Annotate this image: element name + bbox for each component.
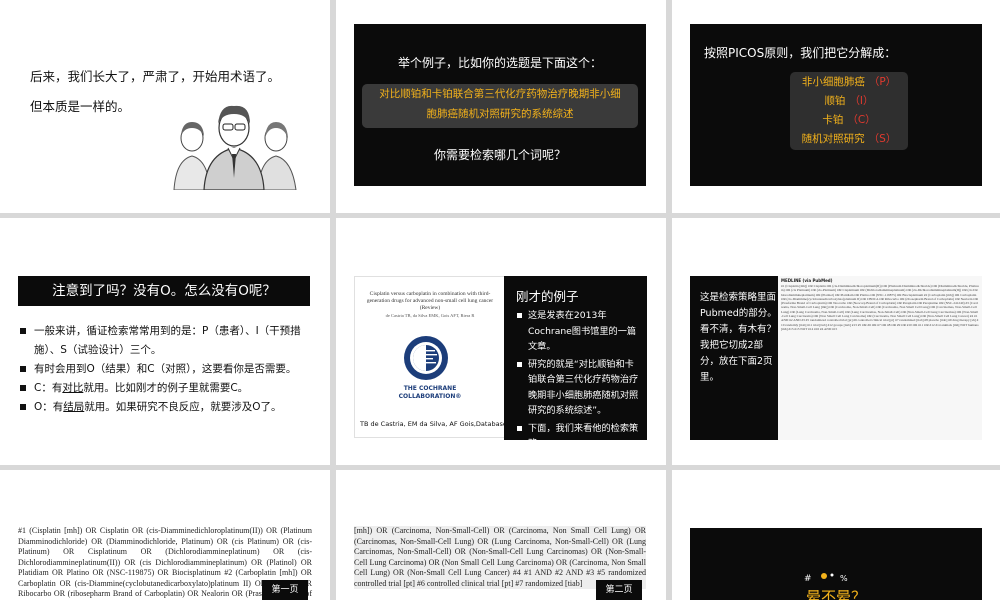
bullet-text: O：有 bbox=[34, 401, 64, 413]
bullet-item: C：有对比就用。比如刚才的例子里就需要C。 bbox=[20, 379, 314, 398]
cochrane-logo-icon bbox=[404, 336, 448, 380]
bullet-underlined-text: 结局 bbox=[63, 401, 85, 413]
slide-thumbnail-9[interactable]: # % 晕不晕？ bbox=[672, 470, 1000, 600]
bullet-item: 研究的就是“对比顺铂和卡铂联合第三代化疗药物治疗晚期非小细胞肺癌随机对照研究的系… bbox=[517, 357, 642, 419]
picos-term: 随机对照研究 bbox=[801, 133, 865, 145]
slide-thumbnail-5[interactable]: Cisplatin versus carboplatin in combinat… bbox=[336, 218, 666, 465]
slide-header-bar: 注意到了吗？没有O。怎么没有O呢？ bbox=[18, 276, 310, 306]
topic-line: 对比顺铂和卡铂联合第三代化疗药物治疗晚期非小细 bbox=[379, 88, 621, 100]
bullet-text: 就用。如果研究不良反应，就要涉及O了。 bbox=[84, 401, 282, 413]
bullet-text: C：有 bbox=[34, 382, 63, 394]
screenshot-body: #1 (Cisplatin [mh]) OR Cisplatin OR (cis… bbox=[781, 284, 979, 331]
slide-thumbnail-4[interactable]: 注意到了吗？没有O。怎么没有O呢？ 一般来讲，循证检索常常用到的是：P（患者）、… bbox=[0, 218, 330, 465]
bullet-item: 下面，我们来看他的检索策略。 bbox=[517, 421, 642, 452]
slide-thumbnail-6[interactable]: 这是检索策略里面Pubmed的部分。看不清，有木有？我把它切成2部分，放在下面2… bbox=[672, 218, 1000, 465]
slide-body-text: 这是检索策略里面Pubmed的部分。看不清，有木有？我把它切成2部分，放在下面2… bbox=[700, 292, 777, 383]
paper-authors: de Castria TB, da Silva EMK, Gois AFT, R… bbox=[385, 313, 475, 318]
bullet-square-icon bbox=[20, 404, 26, 410]
slide-text-line: 后来，我们长大了，严肃了，开始用术语了。 bbox=[30, 69, 281, 84]
business-people-illustration bbox=[173, 105, 297, 190]
slide-thumbnail-2[interactable]: 举个例子，比如你的选题是下面这个： 对比顺铂和卡铂联合第三代化疗药物治疗晚期非小… bbox=[336, 0, 666, 213]
slide-thumbnail-1[interactable]: 后来，我们长大了，严肃了，开始用术语了。 但本质是一样的。 bbox=[0, 0, 330, 213]
bullet-text: 下面，我们来看他的检索策略。 bbox=[528, 422, 639, 450]
screenshot-header: MEDLINE (via PubMed) bbox=[781, 278, 833, 283]
paper-citation: TB de Castria, EM da Silva, AF Gois,Data… bbox=[360, 420, 558, 428]
bullet-text: 研究的就是“对比顺铂和卡铂联合第三代化疗药物治疗晚期非小细胞肺癌随机对照研究的系… bbox=[528, 358, 639, 417]
bullet-underlined-text: 对比 bbox=[62, 382, 84, 394]
slide-title: 晕不晕？ bbox=[805, 588, 866, 600]
slide-intro-text: 按照PICOS原则，我们把它分解成： bbox=[704, 46, 897, 60]
topic-highlight-box: 对比顺铂和卡铂联合第三代化疗药物治疗晚期非小细 胞肺癌随机对照研究的系统综述 bbox=[362, 84, 638, 128]
slide-dark-panel: 按照PICOS原则，我们把它分解成： 非小细胞肺癌 （P） 顺铂 （I） 卡铂 （C）… bbox=[690, 24, 982, 186]
bullet-item: O：有结局就用。如果研究不良反应，就要涉及O了。 bbox=[20, 398, 314, 417]
picos-code: （P） bbox=[868, 76, 897, 88]
svg-text:%: % bbox=[840, 574, 848, 583]
picos-terms-box: 非小细胞肺癌 （P） 顺铂 （I） 卡铂 （C） 随机对照研究 （S） bbox=[790, 72, 908, 150]
page-label-badge: 第一页 bbox=[262, 580, 308, 600]
svg-text:#: # bbox=[804, 574, 812, 584]
slide-thumbnail-3[interactable]: 按照PICOS原则，我们把它分解成： 非小细胞肺癌 （P） 顺铂 （I） 卡铂 （C）… bbox=[672, 0, 1000, 213]
topic-line: 胞肺癌随机对照研究的系统综述 bbox=[426, 108, 574, 120]
picos-term-row: 卡铂 （C） bbox=[790, 111, 908, 130]
slide-text-line: 但本质是一样的。 bbox=[30, 99, 131, 114]
logo-text: COLLABORATION® bbox=[398, 393, 462, 400]
paper-title: Cisplatin versus carboplatin in combinat… bbox=[366, 291, 494, 311]
picos-code: （S） bbox=[868, 133, 897, 145]
bullet-item: 这是发表在2013年Cochrane图书馆里的一篇文章。 bbox=[517, 308, 642, 355]
bullet-item: 一般来讲，循证检索常常用到的是：P（患者）、I（干预措施）、S（试验设计）三个。 bbox=[20, 322, 314, 360]
slide-dark-panel: # % 晕不晕？ bbox=[690, 528, 982, 600]
search-strategy-screenshot: MEDLINE (via PubMed) #1 (Cisplatin [mh])… bbox=[778, 276, 982, 440]
picos-term: 顺铂 bbox=[824, 95, 846, 107]
picos-term-row: 顺铂 （I） bbox=[790, 92, 908, 111]
bullet-square-icon bbox=[517, 361, 522, 367]
picos-term: 非小细胞肺癌 bbox=[801, 76, 865, 88]
page-label-badge: 第二页 bbox=[596, 580, 642, 600]
bullet-text: 一般来讲，循证检索常常用到的是：P（患者）、I（干预措施）、S（试验设计）三个。 bbox=[34, 325, 301, 356]
slide-intro-text: 举个例子，比如你的选题是下面这个： bbox=[397, 56, 602, 70]
paper-cover-image: Cisplatin versus carboplatin in combinat… bbox=[354, 276, 506, 438]
slide-question-text: 你需要检索哪几个词呢？ bbox=[433, 148, 566, 162]
picos-term: 卡铂 bbox=[822, 114, 844, 126]
bullet-square-icon bbox=[20, 385, 26, 391]
slide-dark-panel: 举个例子，比如你的选题是下面这个： 对比顺铂和卡铂联合第三代化疗药物治疗晚期非小… bbox=[354, 24, 646, 186]
picos-term-row: 非小细胞肺癌 （P） bbox=[790, 73, 908, 92]
bullet-text: 这是发表在2013年Cochrane图书馆里的一篇文章。 bbox=[528, 310, 637, 352]
bullet-square-icon bbox=[20, 328, 26, 334]
bullet-text: 就用。比如刚才的例子里就需要C。 bbox=[83, 382, 249, 394]
bullet-list: 这是发表在2013年Cochrane图书馆里的一篇文章。 研究的就是“对比顺铂和… bbox=[517, 308, 642, 454]
picos-code: （C） bbox=[847, 114, 876, 126]
bullet-square-icon bbox=[517, 425, 522, 431]
slide-dark-panel: 刚才的例子 这是发表在2013年Cochrane图书馆里的一篇文章。 研究的就是… bbox=[504, 276, 647, 449]
bullet-text: 有时会用到O（结果）和C（对照），这要看你是否需要。 bbox=[34, 363, 297, 375]
slide-heading: 刚才的例子 bbox=[516, 289, 579, 304]
logo-text: THE COCHRANE bbox=[403, 385, 457, 392]
bullet-square-icon bbox=[517, 313, 522, 318]
slide-thumbnail-8[interactable]: [mh]) OR (Carcinoma, Non-Small-Cell) OR … bbox=[336, 470, 666, 600]
picos-term-row: 随机对照研究 （S） bbox=[790, 130, 908, 149]
slide-thumbnail-7[interactable]: #1 (Cisplatin [mh]) OR Cisplatin OR (cis… bbox=[0, 470, 330, 600]
dizzy-symbols-icon: # % bbox=[804, 573, 848, 584]
bullet-item: 有时会用到O（结果）和C（对照），这要看你是否需要。 bbox=[20, 360, 314, 379]
bullet-square-icon bbox=[20, 366, 26, 372]
slide-dark-panel: 这是检索策略里面Pubmed的部分。看不清，有木有？我把它切成2部分，放在下面2… bbox=[690, 276, 982, 440]
picos-code: （I） bbox=[849, 95, 874, 107]
bullet-list: 一般来讲，循证检索常常用到的是：P（患者）、I（干预措施）、S（试验设计）三个。… bbox=[20, 322, 314, 417]
